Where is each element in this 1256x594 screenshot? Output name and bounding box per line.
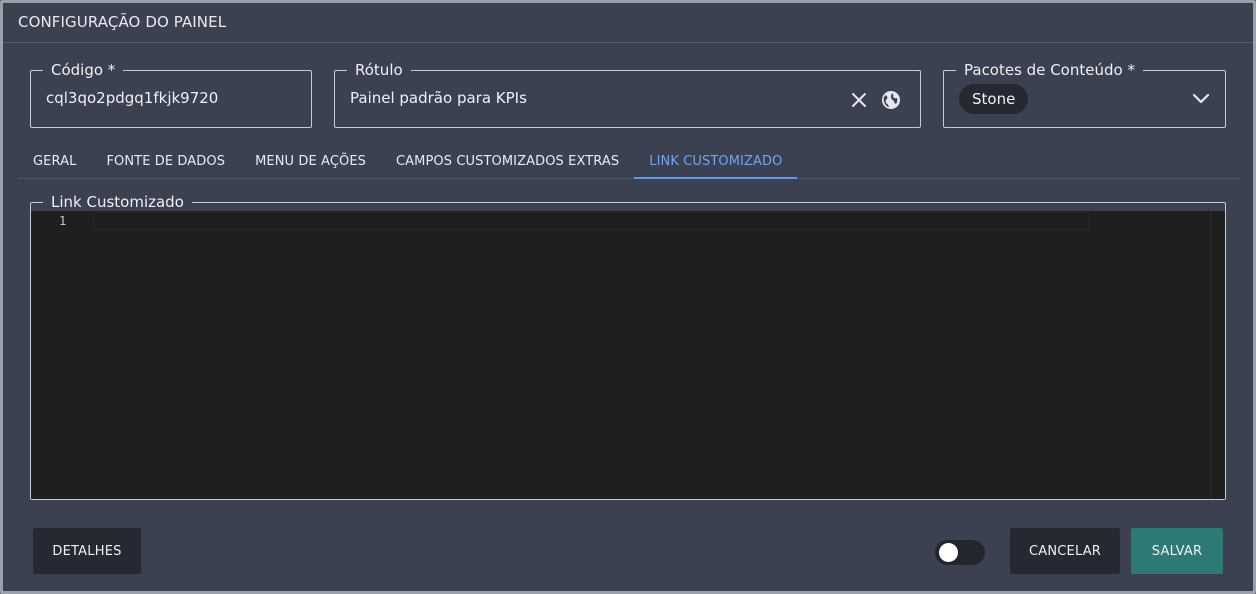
dialog-title: CONFIGURAÇÃO DO PAINEL xyxy=(18,13,227,31)
tab-custom-link[interactable]: LINK CUSTOMIZADO xyxy=(634,146,798,179)
code-field-label: Código * xyxy=(43,60,124,80)
panel-config-dialog: CONFIGURAÇÃO DO PAINEL Código * cql3qo2p… xyxy=(0,0,1256,594)
chevron-down-icon[interactable] xyxy=(1191,89,1211,109)
editor-scrollbar[interactable] xyxy=(1210,211,1211,499)
tab-bar: GERAL FONTE DE DADOS MENU DE AÇÕES CAMPO… xyxy=(18,146,798,181)
label-field-value[interactable]: Painel padrão para KPIs xyxy=(350,89,527,107)
close-icon[interactable] xyxy=(848,89,870,111)
globe-icon[interactable] xyxy=(880,89,902,111)
content-packages-label: Pacotes de Conteúdo * xyxy=(956,60,1143,80)
label-field[interactable]: Rótulo Painel padrão para KPIs xyxy=(334,60,921,128)
custom-link-editor-label: Link Customizado xyxy=(43,192,192,212)
code-field-value[interactable]: cql3qo2pdgq1fkjk9720 xyxy=(46,89,218,107)
editor-gutter: 1 xyxy=(31,211,93,499)
line-number: 1 xyxy=(59,214,67,228)
code-editor[interactable]: 1 xyxy=(31,211,1225,499)
tab-extra-custom-fields[interactable]: CAMPOS CUSTOMIZADOS EXTRAS xyxy=(381,146,634,179)
editor-current-line[interactable] xyxy=(93,212,1090,230)
package-chip[interactable]: Stone xyxy=(959,84,1029,114)
toggle-knob xyxy=(939,543,958,562)
save-button[interactable]: SALVAR xyxy=(1131,528,1223,574)
tab-actions-menu[interactable]: MENU DE AÇÕES xyxy=(240,146,381,179)
tab-general[interactable]: GERAL xyxy=(18,146,91,179)
cancel-button[interactable]: CANCELAR xyxy=(1010,528,1120,574)
dialog-header: CONFIGURAÇÃO DO PAINEL xyxy=(3,3,1253,43)
toggle-switch[interactable] xyxy=(935,540,985,565)
content-packages-field[interactable]: Pacotes de Conteúdo * Stone xyxy=(943,60,1226,128)
code-field[interactable]: Código * cql3qo2pdgq1fkjk9720 xyxy=(30,60,312,128)
details-button[interactable]: DETALHES xyxy=(33,528,141,574)
custom-link-editor-field: Link Customizado 1 xyxy=(30,192,1226,500)
tab-data-source[interactable]: FONTE DE DADOS xyxy=(91,146,240,179)
label-field-label: Rótulo xyxy=(347,60,411,80)
